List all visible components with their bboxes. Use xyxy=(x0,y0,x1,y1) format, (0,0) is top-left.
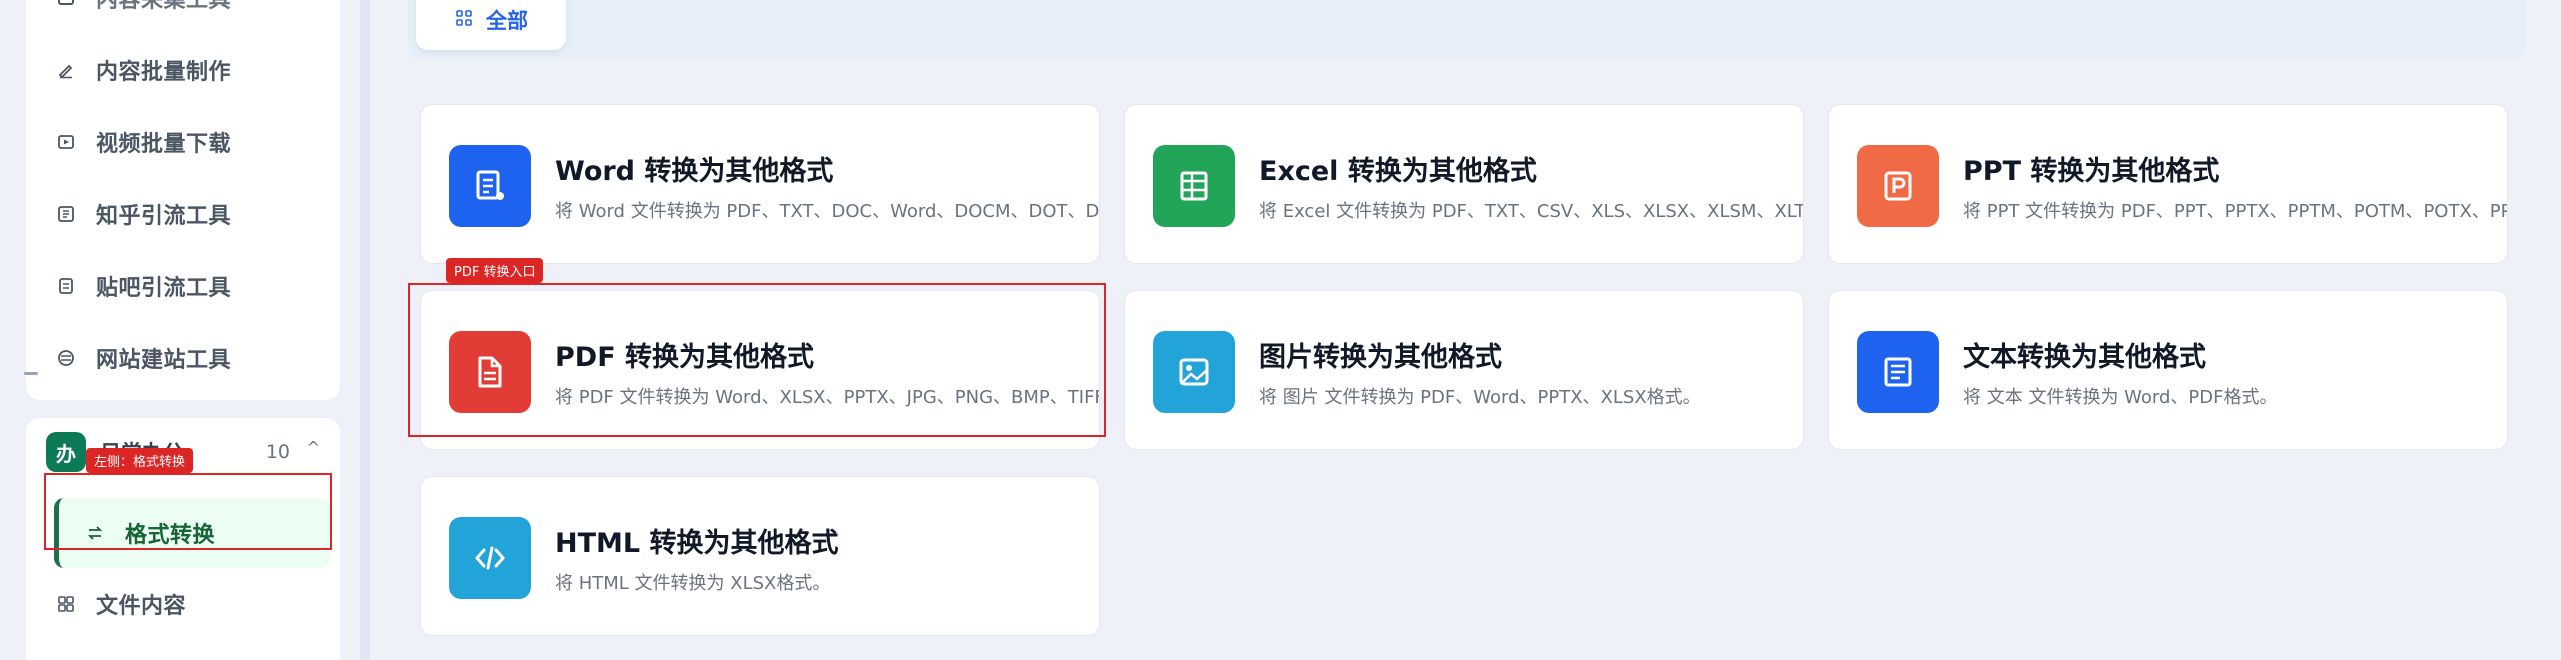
tieba-icon xyxy=(56,276,76,296)
tool-title: Excel 转换为其他格式 xyxy=(1259,156,1537,187)
tool-title: Word 转换为其他格式 xyxy=(555,156,834,187)
sidebar-item-label: 内容采集工具 xyxy=(96,0,232,13)
tool-title: HTML 转换为其他格式 xyxy=(555,528,839,559)
sidebar-divider xyxy=(24,372,38,375)
zhihu-icon xyxy=(56,204,76,224)
sidebar-item-content-collect[interactable]: 内容采集工具 xyxy=(56,0,316,18)
text-doc-icon xyxy=(1857,331,1939,413)
sidebar-item-website[interactable]: 网站建站工具 xyxy=(56,338,316,378)
tool-card-image[interactable]: 图片转换为其他格式 将 图片 文件转换为 PDF、Word、PPTX、XLSX格… xyxy=(1124,290,1804,450)
group-badge: 办 xyxy=(46,432,86,472)
filter-chip-all[interactable]: 全部 xyxy=(416,0,566,50)
word-doc-icon xyxy=(449,145,531,227)
tool-title: PPT 转换为其他格式 xyxy=(1963,156,2220,187)
sidebar-item-video-download[interactable]: 视频批量下载 xyxy=(56,122,316,162)
tool-card-word[interactable]: Word 转换为其他格式 将 Word 文件转换为 PDF、TXT、DOC、Wo… xyxy=(420,104,1100,264)
tool-description: 将 PPT 文件转换为 PDF、PPT、PPTX、PPTM、POTM、POTX、… xyxy=(1963,201,2508,222)
sidebar-item-label: 文件内容 xyxy=(96,594,187,619)
tool-description: 将 Word 文件转换为 PDF、TXT、DOC、Word、DOCM、DOT、D… xyxy=(555,201,1100,222)
tool-title: 图片转换为其他格式 xyxy=(1259,342,1502,373)
tool-title: 文本转换为其他格式 xyxy=(1963,342,2206,373)
chevron-up-icon[interactable]: ^ xyxy=(307,438,320,457)
sidebar-item-tieba[interactable]: 贴吧引流工具 xyxy=(56,266,316,306)
sidebar-item-label: 贴吧引流工具 xyxy=(96,276,232,301)
filter-chip-label: 全部 xyxy=(486,9,528,33)
tool-description: 将 Excel 文件转换为 PDF、TXT、CSV、XLS、XLSX、XLSM、… xyxy=(1259,201,1804,222)
tool-card-text[interactable]: 文本转换为其他格式 将 文本 文件转换为 Word、PDF格式。 xyxy=(1828,290,2508,450)
website-icon xyxy=(56,348,76,368)
sidebar-item-label: 网站建站工具 xyxy=(96,348,232,373)
grid-icon xyxy=(56,594,76,614)
html-code-icon xyxy=(449,517,531,599)
tool-description: 将 文本 文件转换为 Word、PDF格式。 xyxy=(1963,387,2278,408)
image-icon xyxy=(1153,331,1235,413)
tool-description: 将 图片 文件转换为 PDF、Word、PPTX、XLSX格式。 xyxy=(1259,387,1701,408)
ppt-icon xyxy=(1857,145,1939,227)
tool-card-excel[interactable]: Excel 转换为其他格式 将 Excel 文件转换为 PDF、TXT、CSV、… xyxy=(1124,104,1804,264)
sidebar: 内容采集工具 内容批量制作 视频批量下载 知乎引流工具 贴吧引流工具 网站建站工… xyxy=(0,0,360,660)
annotation-box-pdf xyxy=(408,283,1106,437)
sidebar-item-label: 知乎引流工具 xyxy=(96,204,232,229)
sidebar-item-batch-create[interactable]: 内容批量制作 xyxy=(56,50,316,90)
sidebar-item-label: 内容批量制作 xyxy=(96,60,232,85)
sidebar-rail xyxy=(360,0,370,660)
group-count: 10 xyxy=(265,441,290,463)
sidebar-item-file-content[interactable]: 文件内容 xyxy=(56,584,316,624)
annotation-tag-sidebar: 左侧：格式转换 xyxy=(86,448,194,473)
video-download-icon xyxy=(56,132,76,152)
filter-bar xyxy=(408,0,2526,58)
tool-description: 将 HTML 文件转换为 XLSX格式。 xyxy=(555,573,831,594)
annotation-box-sidebar xyxy=(44,473,332,550)
collect-icon xyxy=(56,0,76,8)
pen-icon xyxy=(56,60,76,80)
main-content: 全部 Word 转换为其他格式 将 Word 文件转换为 PDF、TXT、DOC… xyxy=(370,0,2561,660)
annotation-tag-pdf: PDF 转换入口 xyxy=(446,258,544,283)
excel-sheet-icon xyxy=(1153,145,1235,227)
sidebar-item-label: 视频批量下载 xyxy=(96,132,232,157)
grid-icon xyxy=(456,9,472,31)
tool-card-html[interactable]: HTML 转换为其他格式 将 HTML 文件转换为 XLSX格式。 xyxy=(420,476,1100,636)
sidebar-item-zhihu[interactable]: 知乎引流工具 xyxy=(56,194,316,234)
tool-card-ppt[interactable]: PPT 转换为其他格式 将 PPT 文件转换为 PDF、PPT、PPTX、PPT… xyxy=(1828,104,2508,264)
